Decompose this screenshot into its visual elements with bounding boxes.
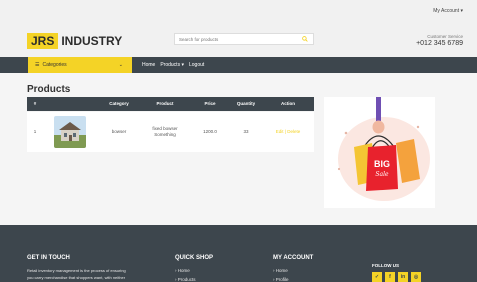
menu-icon: ☰ <box>35 62 40 68</box>
footer-quick-products[interactable]: › Products <box>175 277 196 282</box>
row-actions[interactable]: Edit | Delete <box>276 129 300 134</box>
big-sale-illustration: BIG Sale <box>324 97 435 208</box>
facebook-icon[interactable]: f <box>385 272 395 282</box>
row-product: fixed bowser Something <box>152 126 178 137</box>
logo-highlight: JRS <box>27 33 59 49</box>
footer-contact-title: GET IN TOUCH <box>27 255 70 261</box>
table-header: # Category Product Price Quantity Action <box>27 97 314 111</box>
promo-big-text: BIG <box>374 159 390 169</box>
logo[interactable]: JRS INDUSTRY <box>27 33 125 49</box>
top-bar <box>0 0 477 30</box>
col-category: Category <box>109 101 129 106</box>
customer-service: Customer Service +012 345 6789 <box>416 34 463 47</box>
logo-text: INDUSTRY <box>61 34 123 48</box>
footer-contact-text-1: Retail inventory management is the proce… <box>27 268 126 273</box>
row-category: bowser <box>111 129 127 134</box>
nav-products[interactable]: Products ▾ <box>160 62 184 68</box>
footer-account-profile[interactable]: › Profile <box>273 277 289 282</box>
footer-account-title: MY ACCOUNT <box>273 255 314 261</box>
footer-contact-text-2: you carry merchandise that shoppers want… <box>27 275 126 280</box>
service-phone: +012 345 6789 <box>416 40 463 47</box>
table-row: 1 bowser fixed bowser Something 1200.0 3… <box>27 112 314 152</box>
footer-quick-home[interactable]: › Home <box>175 268 190 273</box>
categories-button[interactable]: ☰ Categories ⌄ <box>28 57 132 73</box>
search-input[interactable] <box>175 36 295 42</box>
product-thumbnail <box>54 116 86 148</box>
nav-logout[interactable]: Logout <box>189 62 204 68</box>
row-price: 1200.0 <box>203 129 217 134</box>
linkedin-icon[interactable]: in <box>398 272 408 282</box>
col-index: # <box>33 101 37 106</box>
footer-follow-title: FOLLOW US <box>372 263 399 268</box>
col-product: Product <box>156 101 174 106</box>
categories-label: Categories <box>42 62 67 68</box>
page-title: Products <box>27 84 71 95</box>
nav-home[interactable]: Home <box>142 62 155 68</box>
chevron-down-icon: ⌄ <box>118 62 123 68</box>
social-links: ✓ f in ◎ <box>372 272 421 282</box>
col-action: Action <box>281 101 295 106</box>
promo-sale-text: Sale <box>375 171 389 178</box>
my-account-dropdown[interactable]: My Account ▾ <box>433 8 463 14</box>
service-label: Customer Service <box>427 34 463 39</box>
col-price: Price <box>204 101 216 106</box>
footer-account-home[interactable]: › Home <box>273 268 288 273</box>
footer-quick-title: QUICK SHOP <box>175 255 214 261</box>
instagram-icon[interactable]: ◎ <box>411 272 421 282</box>
search-box <box>174 33 314 45</box>
nav-links: Home Products ▾ Logout <box>142 57 204 73</box>
twitter-icon[interactable]: ✓ <box>372 272 382 282</box>
search-icon[interactable] <box>302 36 308 42</box>
col-quantity: Quantity <box>236 101 256 106</box>
row-index: 1 <box>33 129 37 134</box>
row-quantity: 33 <box>243 129 249 134</box>
